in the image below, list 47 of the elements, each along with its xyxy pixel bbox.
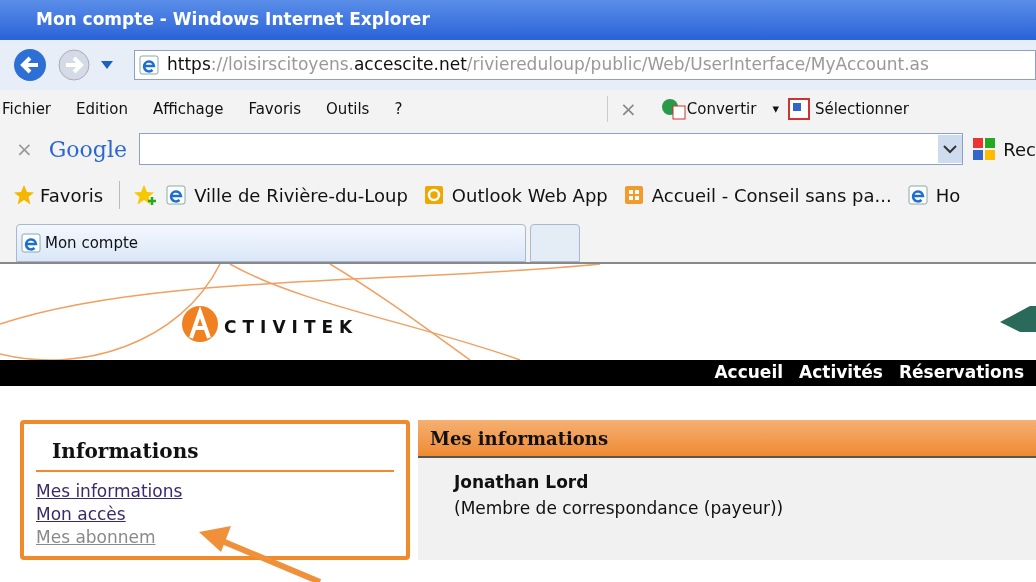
favorite-link[interactable]: Ho [935,181,961,209]
globe-e-icon [166,185,187,205]
star-plus-icon[interactable] [132,183,159,207]
select-button[interactable]: Sélectionner [814,97,909,121]
menu-item[interactable]: Fichier [2,97,52,121]
chevron-down-icon[interactable] [938,135,963,163]
dropdown-caret[interactable]: ▾ [772,99,779,119]
select-icon [786,97,811,121]
globe-e-icon [139,55,159,75]
favorites-button[interactable]: Favoris [40,181,104,209]
browser-tab[interactable]: Mon compte [16,224,526,262]
logo-text: CTIVITEK [224,315,359,339]
menu-item[interactable]: Favoris [248,97,302,121]
square-icon [423,185,444,205]
toolbar-button[interactable]: Rec [1003,135,1036,163]
google-logo: Google [48,135,127,164]
menu-item[interactable]: Edition [76,97,128,121]
nav-link[interactable]: Réservations [898,360,1024,386]
favorite-link[interactable]: Accueil - Conseil sans pa... [651,181,892,209]
favorite-link[interactable]: Outlook Web App [451,181,608,209]
nav-link[interactable]: Activités [799,360,883,386]
panel-title: Mes informations [430,426,609,451]
globe-e-icon [21,233,41,253]
menu-item[interactable]: Affichage [152,97,224,121]
user-name: Jonathan Lord [454,471,590,494]
grid-icon [623,185,644,205]
sidebar-link[interactable]: Mon accès [36,503,394,526]
browser-tab[interactable] [530,224,580,262]
user-role: (Membre de correspondance (payeur)) [454,496,785,520]
globe-e-icon [907,185,928,205]
sidebar-title: Informations [36,436,394,472]
menu-item[interactable]: Outils [326,97,370,121]
url-text: https://loisirscitoyens.accescite.net/riviereduloup/public/Web/UserInterface/MyAccount.as [167,53,929,77]
back-icon[interactable] [12,47,48,83]
caret-icon[interactable] [100,60,114,70]
convert-button[interactable]: Convertir [686,97,757,121]
favorite-link[interactable]: Ville de Rivière-du-Loup [194,181,408,209]
forward-icon[interactable] [56,47,92,83]
logo-a-icon [180,304,220,344]
window-title: Mon compte - Windows Internet Explorer [36,8,430,32]
search-field[interactable] [138,133,964,165]
sidebar-link[interactable]: Mes informations [36,480,394,503]
document-icon [660,98,687,120]
nav-link[interactable]: Accueil [714,360,784,386]
menu-item[interactable]: ? [394,97,403,121]
star-icon[interactable] [12,183,36,207]
address-field[interactable]: https://loisirscitoyens.accescite.net/riviereduloup/public/Web/UserInterface/MyAccount.as [134,50,1036,80]
